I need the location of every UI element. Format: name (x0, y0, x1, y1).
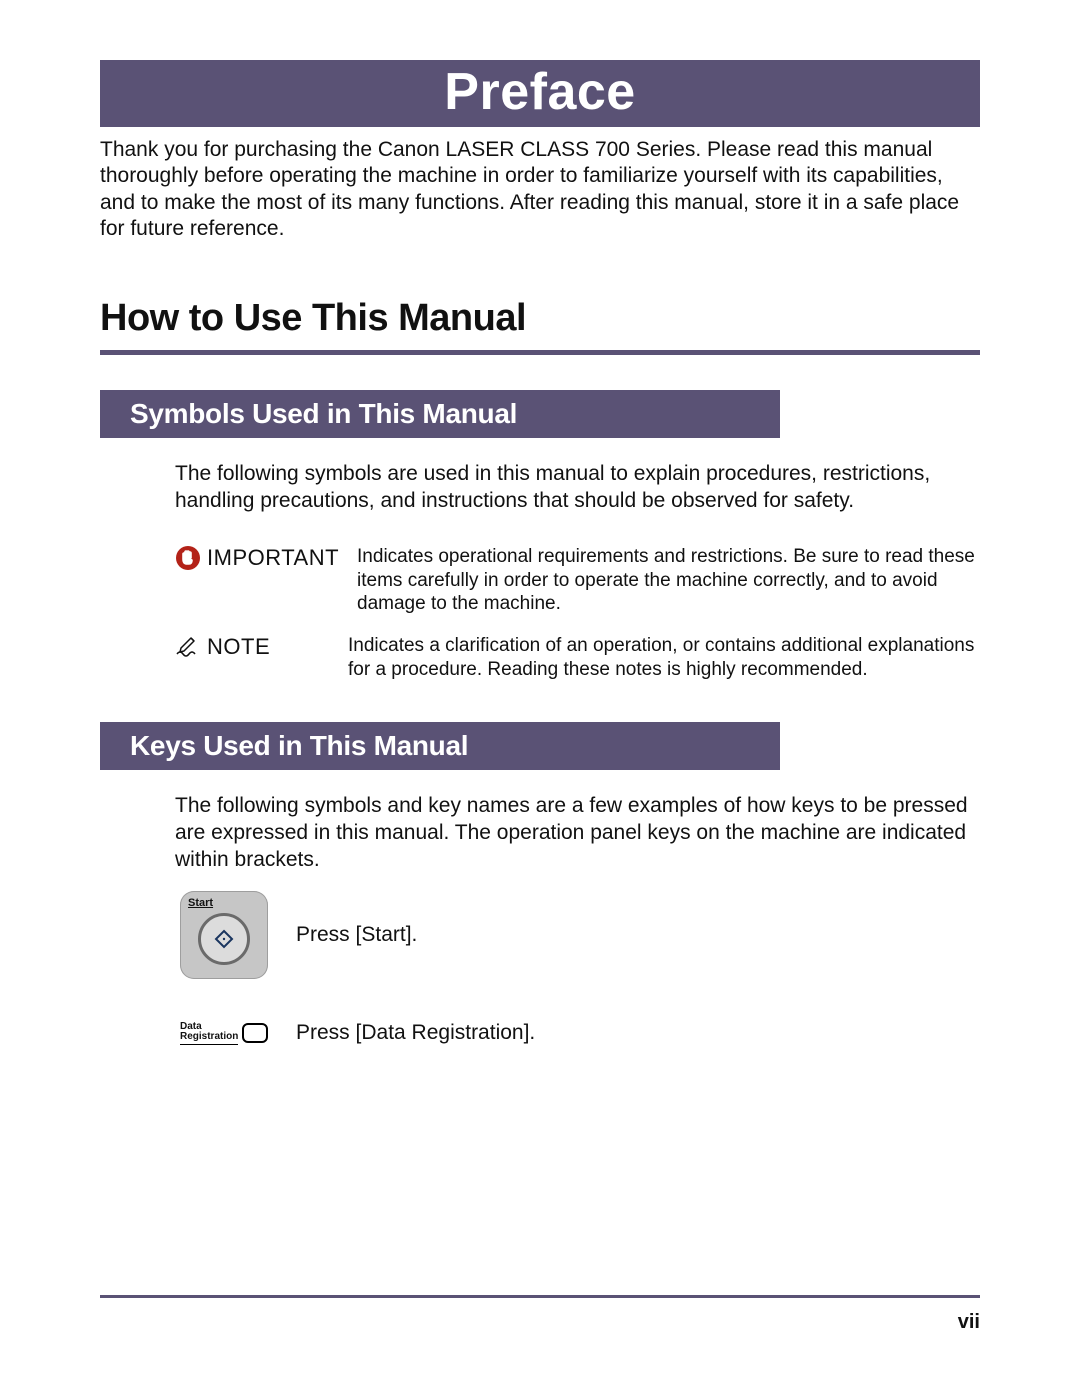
subsection-symbols-banner: Symbols Used in This Manual (100, 390, 980, 438)
datareg-key-label: Data Registration (180, 1022, 238, 1045)
subsection-keys-banner: Keys Used in This Manual (100, 722, 980, 770)
note-desc: Indicates a clarification of an operatio… (348, 634, 980, 682)
section-divider (100, 350, 980, 355)
start-diamond-icon (214, 929, 234, 949)
datareg-key-graphic: Data Registration (180, 1013, 268, 1053)
start-key-graphic: Start (180, 891, 268, 979)
important-label: IMPORTANT (207, 545, 339, 571)
keys-intro: The following symbols and key names are … (175, 792, 980, 874)
start-key-row: Start Press [Start]. (180, 891, 980, 979)
datareg-key-button (242, 1023, 268, 1043)
page-number: vii (958, 1311, 980, 1334)
note-pencil-icon (175, 636, 201, 658)
important-label-cell: IMPORTANT (175, 545, 339, 571)
important-hand-icon (175, 545, 201, 571)
symbols-intro: The following symbols are used in this m… (175, 460, 980, 515)
subsection-symbols-heading: Symbols Used in This Manual (130, 398, 517, 429)
page: Preface Thank you for purchasing the Can… (0, 0, 1080, 1388)
start-key-label: Start (188, 897, 213, 909)
datareg-key-row: Data Registration Press [Data Registrati… (180, 1013, 980, 1053)
preface-banner: Preface (100, 60, 980, 127)
start-key-button (198, 913, 250, 965)
start-key-text: Press [Start]. (296, 923, 417, 947)
page-footer: vii (100, 1295, 980, 1298)
preface-banner-text: Preface (444, 63, 635, 121)
footer-divider (100, 1295, 980, 1298)
subsection-keys-heading: Keys Used in This Manual (130, 730, 468, 761)
datareg-key-text: Press [Data Registration]. (296, 1021, 535, 1045)
important-row: IMPORTANT Indicates operational requirem… (175, 545, 980, 616)
note-label: NOTE (207, 634, 270, 660)
preface-intro: Thank you for purchasing the Canon LASER… (100, 137, 980, 242)
note-label-cell: NOTE (175, 634, 330, 660)
important-desc: Indicates operational requirements and r… (357, 545, 980, 616)
section-how-to-use-heading: How to Use This Manual (100, 297, 980, 340)
note-row: NOTE Indicates a clarification of an ope… (175, 634, 980, 682)
